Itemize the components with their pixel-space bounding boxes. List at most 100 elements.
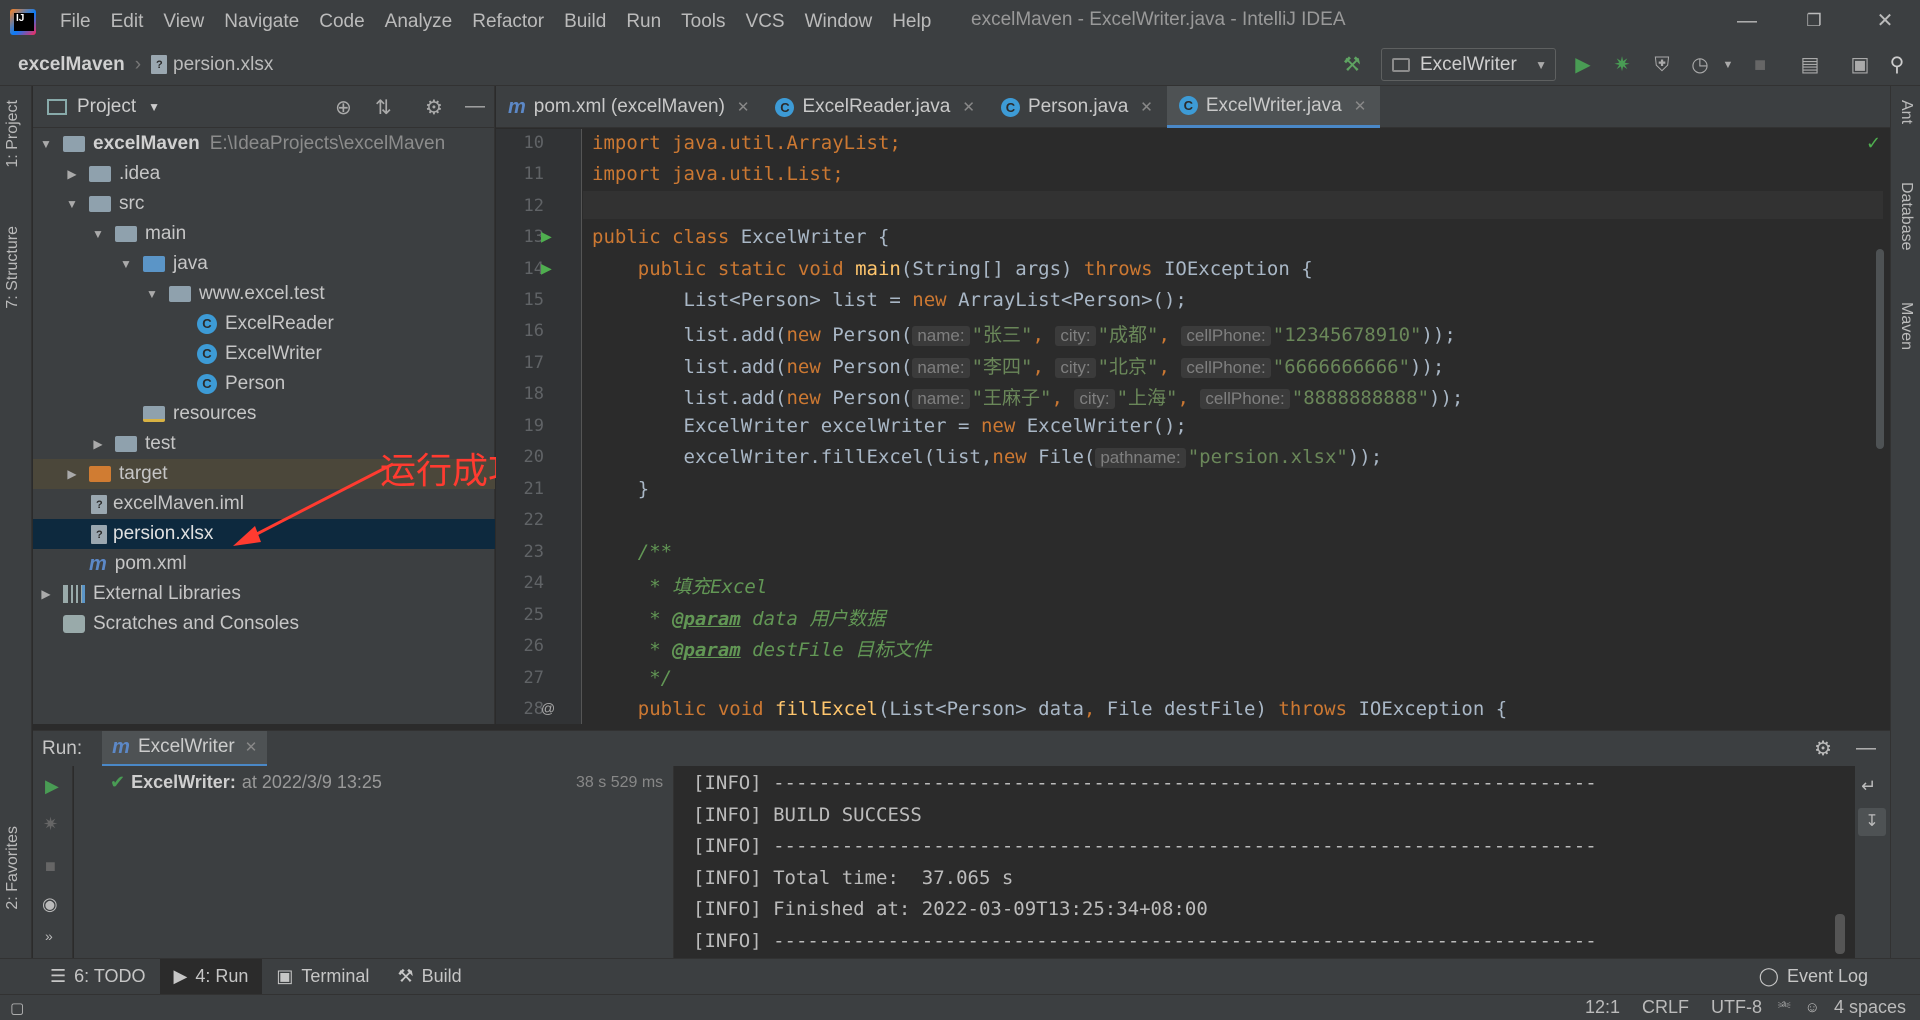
close-tab-icon[interactable]: ✕ xyxy=(245,738,258,756)
minimize-icon[interactable]: — xyxy=(1727,6,1767,36)
menu-file[interactable]: File xyxy=(50,11,101,33)
chevron-down-icon[interactable]: ▼ xyxy=(148,100,160,114)
collapsed-arrow-icon[interactable]: ▶ xyxy=(91,437,105,451)
tool-tab-run[interactable]: ▶ 4: Run xyxy=(159,958,263,995)
tree-node-src[interactable]: ▼ src xyxy=(33,189,495,219)
tab-excelreader[interactable]: C ExcelReader.java ✕ xyxy=(763,86,988,128)
more-icon[interactable]: » xyxy=(45,928,53,944)
gear-icon[interactable]: ⚙ xyxy=(425,95,443,120)
inspection-ok-icon[interactable]: ✓ xyxy=(1866,133,1881,154)
menu-navigate[interactable]: Navigate xyxy=(214,11,309,33)
rerun-icon[interactable]: ▶ xyxy=(45,776,59,797)
expanded-arrow-icon[interactable]: ▼ xyxy=(91,227,105,241)
tool-tab-event-log[interactable]: ◯ Event Log xyxy=(1745,959,1882,995)
console-output[interactable]: [INFO] ---------------------------------… xyxy=(675,766,1855,958)
profile-icon[interactable]: ◷ xyxy=(1686,51,1714,79)
tree-node-main[interactable]: ▼ main xyxy=(33,219,495,249)
tree-node-excelwriter[interactable]: C ExcelWriter xyxy=(33,339,495,369)
breadcrumb-project[interactable]: excelMaven xyxy=(18,54,125,76)
menu-view[interactable]: View xyxy=(153,11,214,33)
menu-code[interactable]: Code xyxy=(309,11,374,33)
menu-window[interactable]: Window xyxy=(795,11,883,33)
menu-tools[interactable]: Tools xyxy=(671,11,735,33)
collapsed-arrow-icon[interactable]: ▶ xyxy=(39,587,53,601)
menu-vcs[interactable]: VCS xyxy=(736,11,795,33)
tool-tab-project[interactable]: 1: Project xyxy=(4,100,22,168)
menu-edit[interactable]: Edit xyxy=(101,11,154,33)
hide-panel-icon[interactable]: — xyxy=(1856,737,1876,760)
menu-run[interactable]: Run xyxy=(616,11,671,33)
run-tree-item[interactable]: ✔ ExcelWriter: at 2022/3/9 13:25 xyxy=(110,772,382,793)
tree-node-java[interactable]: ▼ java xyxy=(33,249,495,279)
search-icon[interactable]: ⚲ xyxy=(1883,51,1911,79)
menu-refactor[interactable]: Refactor xyxy=(462,11,554,33)
tool-tab-structure[interactable]: 7: Structure xyxy=(4,226,22,309)
tool-tab-maven[interactable]: Maven xyxy=(1897,302,1915,350)
stop-icon[interactable]: ■ xyxy=(1746,51,1774,79)
run-configuration-select[interactable]: ExcelWriter ▼ xyxy=(1381,48,1556,81)
breadcrumb-file[interactable]: persion.xlsx xyxy=(173,54,273,76)
tree-node-excelmaven[interactable]: ▼ excelMaven E:\IdeaProjects\excelMaven xyxy=(33,129,495,159)
tree-node-idea[interactable]: ▶ .idea xyxy=(33,159,495,189)
stop-icon[interactable]: ■ xyxy=(45,856,56,877)
tab-excelwriter[interactable]: C ExcelWriter.java ✕ xyxy=(1166,86,1381,128)
close-tab-icon[interactable]: ✕ xyxy=(1354,97,1367,115)
eye-icon[interactable]: ◉ xyxy=(42,894,58,915)
project-panel-title[interactable]: Project xyxy=(77,96,136,118)
implemented-marker-icon[interactable]: @ xyxy=(541,700,555,716)
tree-node-person[interactable]: C Person xyxy=(33,369,495,399)
caret-position[interactable]: 12:1 xyxy=(1585,997,1620,1018)
collapsed-arrow-icon[interactable]: ▶ xyxy=(65,467,79,481)
file-encoding[interactable]: UTF-8 xyxy=(1711,997,1762,1018)
tree-node-excelreader[interactable]: C ExcelReader xyxy=(33,309,495,339)
run-gutter-icon[interactable]: ▶ xyxy=(541,228,552,245)
coverage-icon[interactable]: ⛨ xyxy=(1648,51,1676,79)
tree-node-external-libraries[interactable]: ▶ External Libraries xyxy=(33,579,495,609)
menu-analyze[interactable]: Analyze xyxy=(375,11,463,33)
run-tab-excelwriter[interactable]: m ExcelWriter ✕ xyxy=(102,730,268,767)
build-hammer-icon[interactable]: ⚒ xyxy=(1338,51,1366,79)
hide-panel-icon[interactable]: — xyxy=(465,95,485,118)
close-tab-icon[interactable]: ✕ xyxy=(962,98,975,116)
gear-icon[interactable]: ⚙ xyxy=(1814,736,1832,761)
line-separator[interactable]: CRLF xyxy=(1642,997,1689,1018)
expanded-arrow-icon[interactable]: ▼ xyxy=(119,257,133,271)
indent-setting[interactable]: 4 spaces xyxy=(1834,997,1906,1018)
tool-tab-favorites[interactable]: 2: Favorites xyxy=(4,826,22,910)
lock-icon[interactable]: ⎃ xyxy=(1778,999,1791,1016)
tool-tab-terminal[interactable]: ▣ Terminal xyxy=(262,959,383,995)
tab-pom-xml[interactable]: m pom.xml (excelMaven) ✕ xyxy=(496,86,763,128)
debug-icon[interactable]: ✷ xyxy=(1608,51,1636,79)
console-scrollbar[interactable] xyxy=(1835,914,1845,954)
collapse-all-icon[interactable]: ⇅ xyxy=(375,95,392,120)
run-gutter-icon[interactable]: ▶ xyxy=(541,260,552,277)
collapsed-arrow-icon[interactable]: ▶ xyxy=(65,167,79,181)
menu-build[interactable]: Build xyxy=(554,11,616,33)
expanded-arrow-icon[interactable]: ▼ xyxy=(65,197,79,211)
close-icon[interactable]: ✕ xyxy=(1865,6,1905,36)
terminal-window-icon[interactable]: ▣ xyxy=(1846,51,1874,79)
editor-scrollbar[interactable] xyxy=(1876,249,1884,449)
scroll-to-end-icon[interactable]: ↧ xyxy=(1858,808,1886,836)
close-tab-icon[interactable]: ✕ xyxy=(1140,98,1153,116)
toggle-tool-windows-icon[interactable]: ▢ xyxy=(10,999,24,1017)
profile-dropdown-icon[interactable]: ▼ xyxy=(1714,51,1742,79)
tree-node-scratches[interactable]: Scratches and Consoles xyxy=(33,609,495,639)
tool-tab-build[interactable]: ⚒ Build xyxy=(383,959,475,995)
inspector-icon[interactable]: ☺ xyxy=(1805,999,1820,1016)
expanded-arrow-icon[interactable]: ▼ xyxy=(145,287,159,301)
project-structure-icon[interactable]: ▤ xyxy=(1796,51,1824,79)
close-tab-icon[interactable]: ✕ xyxy=(737,98,750,116)
tree-node-package[interactable]: ▼ www.excel.test xyxy=(33,279,495,309)
tree-node-resources[interactable]: resources xyxy=(33,399,495,429)
tool-tab-database[interactable]: Database xyxy=(1897,182,1915,251)
debug-rerun-icon[interactable]: ✷ xyxy=(43,814,58,835)
expanded-arrow-icon[interactable]: ▼ xyxy=(39,137,53,151)
locate-target-icon[interactable]: ⊕ xyxy=(335,95,352,120)
code-editor[interactable]: 10 11 12 13 14 15 16 17 18 19 20 21 22 2… xyxy=(496,129,1890,724)
tool-tab-todo[interactable]: ☰ 6: TODO xyxy=(0,959,160,995)
restore-icon[interactable]: ❐ xyxy=(1794,6,1834,36)
tool-tab-ant[interactable]: Ant xyxy=(1897,100,1915,124)
menu-help[interactable]: Help xyxy=(882,11,941,33)
run-icon[interactable]: ▶ xyxy=(1569,51,1597,79)
